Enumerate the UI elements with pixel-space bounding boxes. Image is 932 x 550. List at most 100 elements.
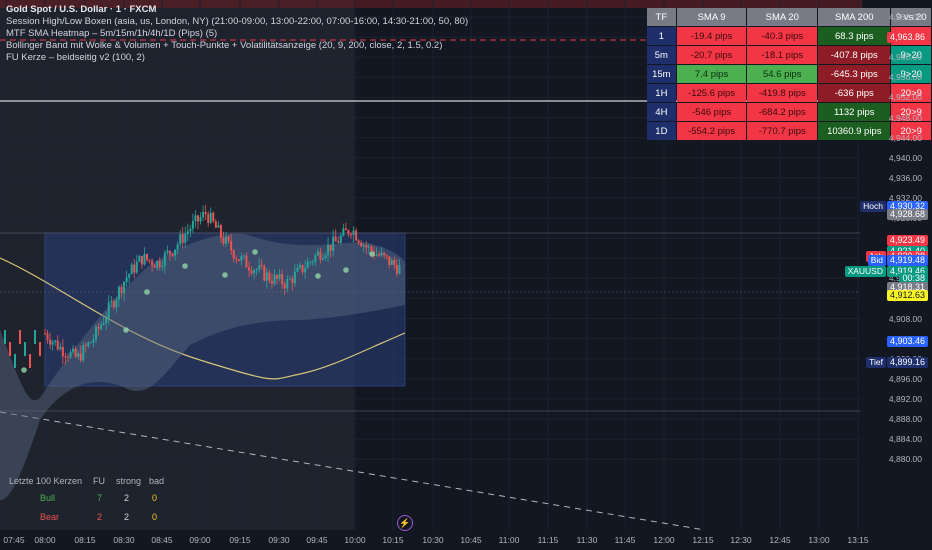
- price-tag: 4,928.68: [886, 208, 928, 220]
- candle-body: [115, 299, 118, 308]
- chart-area[interactable]: Gold Spot / U.S. Dollar · 1 · FXCM Sessi…: [0, 0, 932, 550]
- price-tag: 4,963.86: [886, 32, 928, 44]
- candle-body: [214, 221, 217, 228]
- time-axis-label: 08:15: [74, 535, 96, 545]
- indicator-legend-fu-candle[interactable]: FU Kerze – beidseitig v2 (100, 2): [6, 52, 145, 63]
- candle-body: [153, 265, 156, 268]
- candle-body: [383, 252, 386, 256]
- heatmap-tf-cell: 1H: [647, 84, 676, 102]
- candle-body: [209, 212, 212, 223]
- candle-body: [146, 253, 148, 260]
- candle-body: [29, 354, 31, 368]
- candle-body: [395, 265, 398, 274]
- time-axis-label: 10:45: [460, 535, 482, 545]
- candle-body: [61, 346, 64, 357]
- price-axis-label: 4,888.00: [888, 414, 922, 424]
- candle-body: [281, 274, 284, 285]
- candle-body: [276, 275, 279, 279]
- touch-point: [123, 327, 129, 333]
- heatmap-tf-cell: 4H: [647, 103, 676, 121]
- candle-body: [24, 342, 26, 356]
- heatmap-tf-cell: 1: [647, 27, 676, 45]
- price-axis-label: 4,952.00: [888, 92, 922, 103]
- stats-bear-strong: 2: [124, 512, 130, 522]
- candle-body: [225, 236, 228, 244]
- candle-body: [253, 270, 256, 274]
- candle-body: [242, 255, 245, 257]
- candle-body: [125, 277, 128, 282]
- candle-body: [84, 345, 87, 347]
- candle-body: [260, 265, 263, 267]
- lightning-icon[interactable]: ⚡: [397, 515, 413, 531]
- candle-body: [143, 253, 146, 265]
- candle-body: [4, 330, 6, 344]
- price-axis-label: 4,936.00: [888, 172, 922, 183]
- candle-body: [181, 234, 184, 243]
- touch-point: [222, 272, 228, 278]
- candle-body: [87, 342, 90, 347]
- candle-body: [44, 333, 46, 335]
- candle-body: [357, 240, 360, 243]
- candle-body: [79, 353, 82, 361]
- heatmap-value-cell: 54.6 pips: [747, 65, 818, 83]
- time-axis-label: 12:45: [769, 535, 791, 545]
- candle-body: [291, 278, 294, 284]
- time-axis-label: 10:30: [422, 535, 444, 545]
- candle-body: [105, 317, 108, 324]
- candle-body: [327, 244, 330, 256]
- candle-body: [191, 220, 194, 229]
- time-axis-label: 09:00: [189, 535, 211, 545]
- candle-body: [197, 215, 199, 222]
- candle-body: [39, 342, 41, 356]
- symbol-title[interactable]: Gold Spot / U.S. Dollar · 1 · FXCM: [6, 4, 156, 15]
- time-axis-label: 11:30: [576, 535, 598, 545]
- heatmap-header-sma9: SMA 9: [676, 8, 747, 26]
- candle-body: [286, 278, 289, 289]
- price-axis-label: 4,960.00: [888, 52, 922, 63]
- touch-point: [343, 267, 349, 273]
- candle-body: [230, 240, 233, 251]
- price-axis-label: 4,896.00: [888, 373, 922, 384]
- candle-body: [107, 302, 110, 318]
- indicator-legend-bollinger[interactable]: Bollinger Band mit Wolke & Volumen + Tou…: [6, 40, 442, 51]
- candle-body: [59, 346, 62, 350]
- price-side-label: Bid: [867, 255, 886, 267]
- candle-body: [388, 256, 391, 266]
- candle-body: [278, 274, 281, 279]
- candle-body: [148, 259, 151, 261]
- candle-body: [49, 339, 52, 345]
- candle-body: [390, 259, 393, 266]
- candle-body: [194, 215, 197, 221]
- candle-body: [217, 225, 220, 228]
- indicator-legend-sma-heatmap[interactable]: MTF SMA Heatmap – 5m/15m/1h/4h/1D (Pips)…: [6, 28, 217, 39]
- candle-body: [133, 264, 136, 273]
- candle-body: [270, 280, 273, 284]
- price-axis-label: 4,944.00: [888, 132, 922, 143]
- heatmap-header-sma20: SMA 20: [747, 8, 818, 26]
- candle-body: [321, 258, 324, 260]
- candle-body: [367, 246, 370, 248]
- candle-body: [273, 275, 276, 284]
- price-side-label: XAUUSD: [844, 265, 886, 277]
- candle-body: [97, 326, 100, 329]
- candle-body: [263, 265, 266, 281]
- candle-body: [385, 255, 388, 257]
- candle-body: [332, 236, 335, 251]
- heatmap-value-cell: -770.7 pips: [747, 122, 818, 140]
- candle-body: [342, 228, 345, 236]
- candle-body: [207, 214, 210, 223]
- indicator-legend-session-boxes[interactable]: Session High/Low Boxen (asia, us, London…: [6, 16, 468, 27]
- heatmap-tf-cell: 1D: [647, 122, 676, 140]
- candle-body: [176, 244, 179, 250]
- candle-body: [14, 354, 16, 368]
- candle-body: [112, 301, 115, 308]
- touch-point: [144, 289, 150, 295]
- price-axis-label: 4,956.00: [888, 72, 922, 83]
- candle-body: [393, 259, 396, 266]
- candle-body: [237, 259, 240, 261]
- touch-point: [252, 249, 258, 255]
- stats-bear-fu: 2: [97, 512, 103, 522]
- heatmap-value-cell: -554.2 pips: [676, 122, 747, 140]
- time-axis-label: 11:15: [537, 535, 559, 545]
- heatmap-value-cell: -125.6 pips: [676, 84, 747, 102]
